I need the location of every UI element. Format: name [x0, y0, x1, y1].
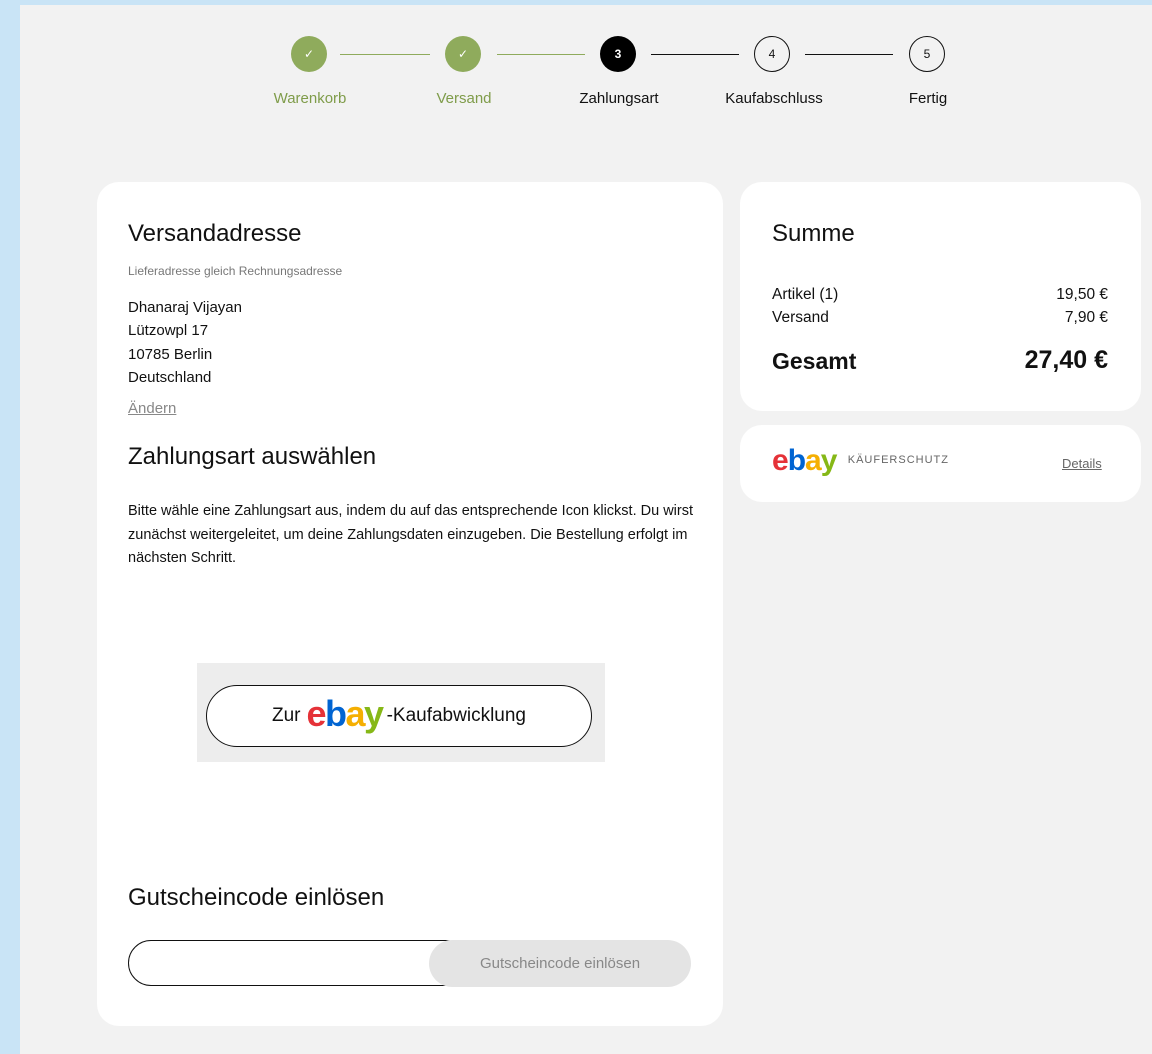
step-4-label: Kaufabschluss	[725, 90, 823, 107]
shipping-cost-value: 7,90 €	[1064, 309, 1108, 326]
step-connector-2	[497, 54, 585, 55]
payment-method-title: Zahlungsart auswählen	[128, 443, 377, 470]
shipping-cost-label: Versand	[772, 309, 829, 326]
coupon-code-input[interactable]	[128, 940, 468, 986]
shipping-address-subtitle: Lieferadresse gleich Rechnungsadresse	[128, 264, 343, 278]
step-3-number: 3	[600, 36, 636, 72]
step-connector-3	[651, 54, 739, 55]
shipping-address-title: Versandadresse	[128, 220, 302, 247]
ebay-protection-logo: ebay	[772, 444, 844, 477]
checkout-button-prefix: Zur	[271, 705, 301, 726]
coupon-title: Gutscheincode einlösen	[128, 884, 385, 911]
ebay-protection-logo-y: y	[820, 444, 838, 477]
step-connector-1	[340, 54, 430, 55]
total-label: Gesamt	[772, 348, 857, 374]
ebay-logo-b: b	[325, 693, 347, 734]
payment-description: Bitte wähle eine Zahlungsart aus, indem …	[128, 503, 693, 566]
ebay-protection-logo-a: a	[805, 444, 822, 477]
redeem-coupon-button[interactable]: Gutscheincode einlösen	[429, 940, 691, 987]
items-label: Artikel (1)	[772, 286, 839, 303]
step-1-label[interactable]: Warenkorb	[240, 90, 380, 107]
step-3-label: Zahlungsart	[579, 90, 659, 107]
window-top-border	[0, 0, 1152, 5]
step-2-label[interactable]: Versand	[394, 90, 534, 107]
step-4-number: 4	[754, 36, 790, 72]
ebay-logo-e: e	[306, 693, 326, 734]
address-city: 10785 Berlin	[128, 346, 213, 363]
buyer-protection-badge: ebay KÄUFERSCHUTZ	[772, 444, 949, 478]
ebay-logo-a: a	[345, 693, 366, 734]
address-street: Lützowpl 17	[128, 322, 209, 339]
change-address-link[interactable]: Ändern	[128, 400, 176, 417]
checkout-button-suffix: -Kaufabwicklung	[386, 705, 526, 726]
address-name: Dhanaraj Vijayan	[128, 299, 242, 316]
window-left-border	[0, 0, 20, 1054]
ebay-checkout-banner: Zur ebay -Kaufabwicklung	[197, 663, 605, 762]
step-2-check-icon: ✓	[445, 36, 481, 72]
ebay-logo-y: y	[364, 693, 384, 734]
summary-title: Summe	[772, 220, 855, 247]
step-1-check-icon: ✓	[291, 36, 327, 72]
address-country: Deutschland	[128, 369, 212, 386]
ebay-logo: ebay	[306, 693, 384, 735]
ebay-protection-logo-b: b	[787, 444, 806, 477]
buyer-protection-label: KÄUFERSCHUTZ	[847, 454, 949, 466]
step-connector-4	[805, 54, 893, 55]
total-value: 27,40 €	[1024, 346, 1108, 374]
items-value: 19,50 €	[1056, 286, 1108, 303]
step-5-number: 5	[909, 36, 945, 72]
ebay-protection-logo-e: e	[772, 444, 789, 477]
ebay-checkout-button[interactable]: Zur ebay -Kaufabwicklung	[206, 685, 592, 747]
step-5-label: Fertig	[908, 90, 948, 107]
protection-details-link[interactable]: Details	[1062, 456, 1102, 471]
